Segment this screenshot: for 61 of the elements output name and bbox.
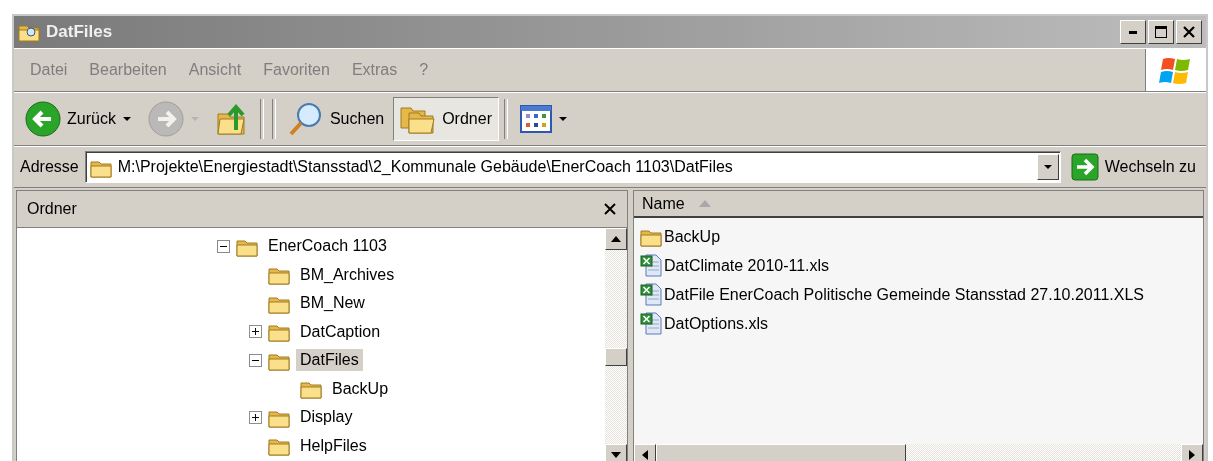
file-name[interactable]: DatOptions.xls [664, 314, 769, 333]
address-label: Adresse [20, 158, 79, 176]
expand-toggle[interactable] [249, 325, 262, 339]
scroll-left-button[interactable] [634, 444, 656, 461]
up-triangle-icon [611, 236, 621, 242]
caret-icon [189, 116, 200, 122]
close-icon [1182, 25, 1196, 39]
caret-icon [121, 116, 132, 122]
window-title: DatFiles [46, 22, 114, 42]
folder-up-arrow-icon [215, 102, 248, 136]
spreadsheet-file-icon [640, 312, 662, 335]
scroll-right-button[interactable] [1181, 444, 1203, 461]
search-icon [287, 101, 324, 137]
collapse-toggle[interactable] [217, 239, 230, 253]
search-button[interactable]: Suchen [280, 97, 392, 141]
back-button[interactable]: Zurück [18, 97, 139, 141]
tree-item[interactable]: EnerCoach 1103 [264, 235, 391, 258]
spreadsheet-file-icon [640, 254, 662, 277]
pane-title: Ordner [27, 200, 77, 218]
down-triangle-icon [611, 452, 621, 458]
dropdown-button[interactable] [1036, 154, 1059, 180]
vertical-scrollbar[interactable] [605, 228, 627, 461]
scroll-thumb[interactable] [605, 348, 627, 366]
tree-item[interactable]: BackUp [328, 377, 393, 400]
windows-flag-icon [1159, 55, 1193, 85]
plus-icon [249, 325, 262, 339]
file-name[interactable]: DatClimate 2010-11.xls [664, 256, 830, 275]
scroll-up-button[interactable] [605, 228, 627, 250]
go-button[interactable]: Wechseln zu [1066, 153, 1200, 181]
scroll-down-button[interactable] [605, 444, 627, 461]
column-header[interactable]: Name [634, 191, 1203, 218]
tree-item[interactable]: HelpFiles [296, 434, 371, 457]
tree-item[interactable]: Display [296, 406, 357, 429]
expand-toggle[interactable] [249, 410, 262, 424]
close-button[interactable] [1176, 20, 1202, 44]
minus-icon [217, 239, 230, 253]
folders-button[interactable]: Ordner [393, 97, 499, 141]
horizontal-scrollbar[interactable] [634, 444, 1203, 461]
close-icon [603, 202, 617, 216]
tree-item[interactable]: DatCaption [296, 320, 385, 343]
file-name[interactable]: BackUp [664, 227, 721, 246]
minimize-button[interactable] [1120, 20, 1146, 44]
plus-icon [249, 410, 262, 424]
maximize-icon [1154, 25, 1168, 39]
file-name[interactable]: DatFile EnerCoach Politische Gemeinde Stansstad 27.10.2011.XLS [664, 285, 1144, 304]
tree-item[interactable]: BM_Archives [296, 263, 399, 286]
address-field[interactable]: M:\Projekte\Energiestadt\Stansstad\2_Kommunale Gebäude\EnerCoach 1103\DatFiles [84, 151, 1061, 183]
tree-item[interactable]: DatFiles [296, 349, 363, 372]
right-triangle-icon [1189, 450, 1195, 460]
left-triangle-icon [642, 450, 648, 460]
views-grid-icon [519, 105, 552, 133]
caret-icon [1042, 164, 1053, 170]
maximize-button[interactable] [1148, 20, 1174, 44]
spreadsheet-file-icon [640, 283, 662, 306]
tree-item[interactable]: BM_New [296, 292, 369, 315]
minus-icon [249, 353, 262, 367]
scroll-thumb[interactable] [656, 444, 906, 461]
collapse-toggle[interactable] [249, 353, 262, 367]
caret-icon [557, 116, 568, 122]
folders-icon [400, 104, 437, 134]
minimize-icon [1129, 30, 1137, 34]
